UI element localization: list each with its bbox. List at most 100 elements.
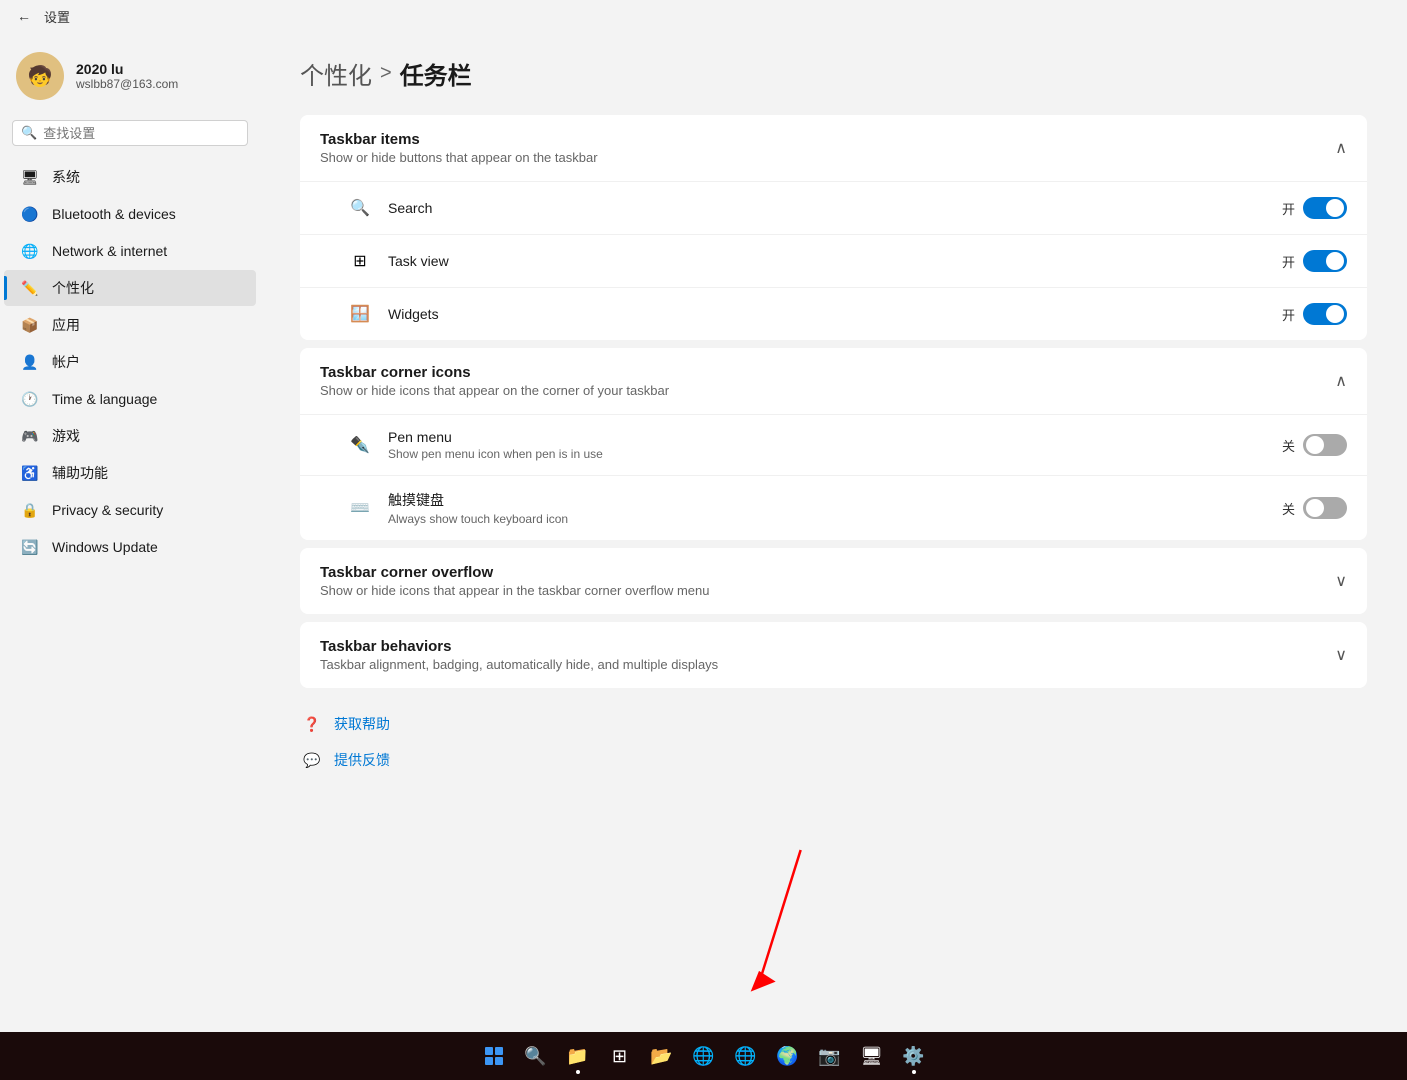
setting-text-widgets: Widgets bbox=[388, 306, 1270, 322]
help-links: ❓ 获取帮助 💬 提供反馈 bbox=[300, 712, 1367, 772]
taskbar-btn-browser-edge[interactable]: 🌐 bbox=[684, 1036, 724, 1076]
sidebar-item-update[interactable]: 🔄 Windows Update bbox=[4, 529, 256, 565]
search-icon: 🔍 bbox=[21, 125, 37, 141]
taskbar-btn-app1[interactable]: 🌍 bbox=[768, 1036, 808, 1076]
section-subtitle-taskbar-behaviors: Taskbar alignment, badging, automaticall… bbox=[320, 657, 718, 672]
setting-text-taskview: Task view bbox=[388, 253, 1270, 269]
sidebar-item-apps[interactable]: 📦 应用 bbox=[4, 307, 256, 343]
toggle-thumb-pen-menu bbox=[1306, 436, 1324, 454]
back-button[interactable]: ← bbox=[12, 4, 36, 28]
setting-label-taskview: Task view bbox=[388, 253, 1270, 269]
setting-sublabel-touch-keyboard: Always show touch keyboard icon bbox=[388, 512, 1270, 526]
breadcrumb-parent: 个性化 bbox=[300, 56, 372, 91]
chevron-taskbar-corner-overflow: ∨ bbox=[1335, 571, 1347, 591]
breadcrumb: 个性化 > 任务栏 bbox=[300, 56, 1367, 91]
toggle-taskview[interactable] bbox=[1303, 250, 1347, 272]
toggle-widgets[interactable] bbox=[1303, 303, 1347, 325]
taskbar-btn-start[interactable] bbox=[474, 1036, 514, 1076]
setting-icon-taskview: ⊞ bbox=[348, 249, 372, 273]
titlebar-title: 设置 bbox=[44, 7, 70, 26]
taskbar-btn-widgets-tb[interactable]: ⊞ bbox=[600, 1036, 640, 1076]
nav-icon-personalization: ✏️ bbox=[20, 278, 40, 298]
sidebar-item-time[interactable]: 🕐 Time & language bbox=[4, 381, 256, 417]
setting-label-pen-menu: Pen menu bbox=[388, 429, 1270, 445]
help-link-get-help[interactable]: ❓ 获取帮助 bbox=[300, 712, 1367, 736]
setting-right-widgets: 开 bbox=[1282, 303, 1347, 325]
section-header-taskbar-corner-icons[interactable]: Taskbar corner icons Show or hide icons … bbox=[300, 348, 1367, 414]
section-taskbar-items: Taskbar items Show or hide buttons that … bbox=[300, 115, 1367, 340]
toggle-label-pen-menu: 关 bbox=[1282, 436, 1295, 455]
setting-sublabel-pen-menu: Show pen menu icon when pen is in use bbox=[388, 447, 1270, 461]
taskbar-btn-files-active[interactable]: 📁 bbox=[558, 1036, 598, 1076]
chevron-taskbar-behaviors: ∨ bbox=[1335, 645, 1347, 665]
sections-container: Taskbar items Show or hide buttons that … bbox=[300, 115, 1367, 688]
sidebar-item-accounts[interactable]: 👤 帐户 bbox=[4, 344, 256, 380]
help-link-feedback[interactable]: 💬 提供反馈 bbox=[300, 748, 1367, 772]
section-header-left-taskbar-corner-icons: Taskbar corner icons Show or hide icons … bbox=[320, 364, 669, 398]
nav-container: 🖥 系统 🔵 Bluetooth & devices 🌐 Network & i… bbox=[0, 158, 260, 566]
nav-icon-system: 🖥 bbox=[20, 167, 40, 187]
section-header-taskbar-behaviors[interactable]: Taskbar behaviors Taskbar alignment, bad… bbox=[300, 622, 1367, 688]
taskbar-btn-search[interactable]: 🔍 bbox=[516, 1036, 556, 1076]
toggle-pen-menu[interactable] bbox=[1303, 434, 1347, 456]
taskbar-icon-file-explorer: 📂 bbox=[650, 1046, 672, 1067]
setting-label-touch-keyboard: 触摸键盘 bbox=[388, 490, 1270, 510]
sidebar-item-gaming[interactable]: 🎮 游戏 bbox=[4, 418, 256, 454]
help-icon-get-help: ❓ bbox=[300, 712, 324, 736]
section-header-taskbar-corner-overflow[interactable]: Taskbar corner overflow Show or hide ico… bbox=[300, 548, 1367, 614]
setting-row-touch-keyboard: ⌨️ 触摸键盘 Always show touch keyboard icon … bbox=[300, 475, 1367, 540]
taskbar-btn-app3[interactable]: 🖥 bbox=[852, 1036, 892, 1076]
nav-label-apps: 应用 bbox=[52, 315, 80, 335]
user-profile: 🧒 2020 lu wslbb87@163.com bbox=[0, 40, 260, 120]
search-input[interactable] bbox=[43, 126, 239, 141]
section-taskbar-corner-icons: Taskbar corner icons Show or hide icons … bbox=[300, 348, 1367, 540]
setting-right-pen-menu: 关 bbox=[1282, 434, 1347, 456]
help-label-get-help: 获取帮助 bbox=[334, 714, 390, 734]
chevron-taskbar-items: ∧ bbox=[1335, 138, 1347, 158]
taskbar-btn-settings-app[interactable]: ⚙️ bbox=[894, 1036, 934, 1076]
toggle-touch-keyboard[interactable] bbox=[1303, 497, 1347, 519]
main-layout: 🧒 2020 lu wslbb87@163.com 🔍 🖥 系统 🔵 Bluet… bbox=[0, 32, 1407, 1032]
sidebar-item-personalization[interactable]: ✏️ 个性化 bbox=[4, 270, 256, 306]
setting-right-search: 开 bbox=[1282, 197, 1347, 219]
section-title-taskbar-corner-overflow: Taskbar corner overflow bbox=[320, 564, 710, 581]
sidebar: 🧒 2020 lu wslbb87@163.com 🔍 🖥 系统 🔵 Bluet… bbox=[0, 32, 260, 1032]
nav-label-time: Time & language bbox=[52, 391, 157, 407]
sidebar-item-accessibility[interactable]: ♿ 辅助功能 bbox=[4, 455, 256, 491]
taskbar-btn-app2[interactable]: 📷 bbox=[810, 1036, 850, 1076]
toggle-thumb-taskview bbox=[1326, 252, 1344, 270]
search-box[interactable]: 🔍 bbox=[12, 120, 248, 146]
section-body-taskbar-items: 🔍 Search 开 ⊞ Task view 开 bbox=[300, 181, 1367, 340]
nav-icon-gaming: 🎮 bbox=[20, 426, 40, 446]
section-header-left-taskbar-behaviors: Taskbar behaviors Taskbar alignment, bad… bbox=[320, 638, 718, 672]
nav-label-privacy: Privacy & security bbox=[52, 502, 163, 518]
toggle-label-taskview: 开 bbox=[1282, 252, 1295, 271]
toggle-thumb-widgets bbox=[1326, 305, 1344, 323]
nav-label-network: Network & internet bbox=[52, 243, 167, 259]
section-taskbar-behaviors: Taskbar behaviors Taskbar alignment, bad… bbox=[300, 622, 1367, 688]
setting-icon-widgets: 🪟 bbox=[348, 302, 372, 326]
section-body-taskbar-corner-icons: ✒️ Pen menu Show pen menu icon when pen … bbox=[300, 414, 1367, 540]
sidebar-item-bluetooth[interactable]: 🔵 Bluetooth & devices bbox=[4, 196, 256, 232]
sidebar-item-privacy[interactable]: 🔒 Privacy & security bbox=[4, 492, 256, 528]
avatar: 🧒 bbox=[16, 52, 64, 100]
setting-right-touch-keyboard: 关 bbox=[1282, 497, 1347, 519]
chevron-taskbar-corner-icons: ∧ bbox=[1335, 371, 1347, 391]
toggle-search[interactable] bbox=[1303, 197, 1347, 219]
setting-text-pen-menu: Pen menu Show pen menu icon when pen is … bbox=[388, 429, 1270, 461]
setting-label-search: Search bbox=[388, 200, 1270, 216]
section-header-left-taskbar-corner-overflow: Taskbar corner overflow Show or hide ico… bbox=[320, 564, 710, 598]
setting-row-search: 🔍 Search 开 bbox=[300, 181, 1367, 234]
toggle-label-touch-keyboard: 关 bbox=[1282, 499, 1295, 518]
setting-text-search: Search bbox=[388, 200, 1270, 216]
nav-icon-bluetooth: 🔵 bbox=[20, 204, 40, 224]
setting-text-touch-keyboard: 触摸键盘 Always show touch keyboard icon bbox=[388, 490, 1270, 526]
section-header-taskbar-items[interactable]: Taskbar items Show or hide buttons that … bbox=[300, 115, 1367, 181]
nav-label-personalization: 个性化 bbox=[52, 278, 94, 298]
section-header-left-taskbar-items: Taskbar items Show or hide buttons that … bbox=[320, 131, 598, 165]
taskbar-btn-chrome[interactable]: 🌐 bbox=[726, 1036, 766, 1076]
taskbar-icon-widgets-tb: ⊞ bbox=[612, 1046, 627, 1067]
sidebar-item-network[interactable]: 🌐 Network & internet bbox=[4, 233, 256, 269]
taskbar-btn-file-explorer[interactable]: 📂 bbox=[642, 1036, 682, 1076]
sidebar-item-system[interactable]: 🖥 系统 bbox=[4, 159, 256, 195]
